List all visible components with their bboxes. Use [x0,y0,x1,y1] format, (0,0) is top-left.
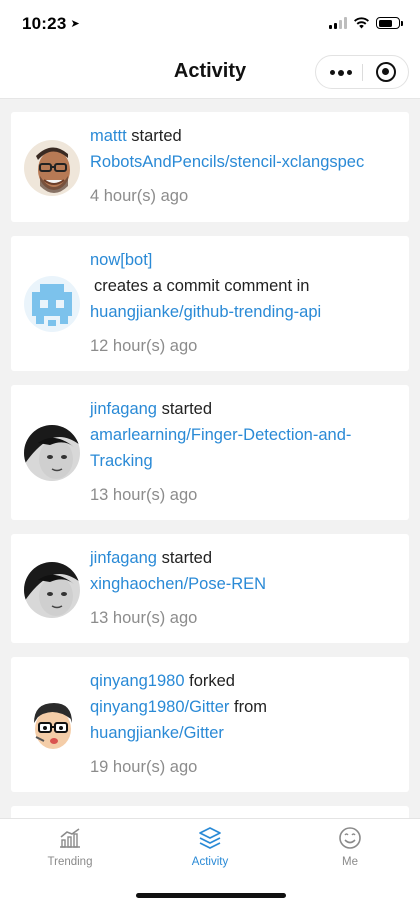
activity-line: qinyang1980/Gitter from [90,694,399,720]
repo-link[interactable]: huangjianke/github-trending-api [90,299,399,325]
activity-time: 4 hour(s) ago [90,187,189,205]
avatar-now-bot[interactable] [24,276,80,332]
activity-connector: from [234,698,268,716]
repo-link[interactable]: amarlearning/Finger-Detection-and-Tracki… [90,422,399,474]
activity-time: 19 hour(s) ago [90,758,198,776]
activity-body: jinfagang started xinghaochen/Pose-REN 1… [90,545,399,629]
activity-action: started [161,549,213,567]
trending-chart-icon [60,828,80,848]
activity-card[interactable]: now[bot] creates a commit comment in hua… [11,236,409,371]
activity-line: qinyang1980 forked [90,668,399,694]
target-close-icon[interactable] [376,62,396,82]
activity-action: forked [189,672,235,690]
repo-link[interactable]: qinyang1980/Gitter [90,698,229,716]
activity-line: mattt started [90,123,399,149]
activity-body: now[bot] creates a commit comment in hua… [90,247,399,357]
activity-body: mattt started RobotsAndPencils/stencil-x… [90,123,399,207]
activity-time: 12 hour(s) ago [90,337,198,355]
activity-card[interactable]: mattt started RobotsAndPencils/stencil-x… [11,112,409,222]
avatar-jinfagang[interactable] [24,425,80,481]
activity-time: 13 hour(s) ago [90,609,198,627]
tab-label: Trending [47,856,93,868]
activity-card[interactable]: jinfagang started amarlearning/Finger-De… [11,385,409,520]
tab-me[interactable]: Me [280,825,420,868]
user-link[interactable]: mattt [90,127,127,145]
activity-body: jinfagang started amarlearning/Finger-De… [90,396,399,506]
activity-card[interactable]: qinyang1980 forked qinyang1980/Gitter fr… [11,657,409,792]
activity-line: jinfagang started [90,545,399,571]
wifi-icon [354,17,369,29]
activity-body: qinyang1980 forked qinyang1980/Gitter fr… [90,668,399,778]
user-link[interactable]: now[bot] [90,247,399,273]
status-time: 10:23 ➤ [22,14,80,34]
smiley-face-icon [339,827,361,849]
home-indicator [136,893,286,898]
location-arrow-icon: ➤ [70,18,80,30]
user-link[interactable]: qinyang1980 [90,672,185,690]
tab-label: Activity [191,856,229,868]
avatar-mattt[interactable] [24,140,80,196]
activity-line: jinfagang started [90,396,399,422]
activity-card[interactable]: jinfagang started xinghaochen/Pose-REN 1… [11,534,409,643]
status-bar: 10:23 ➤ [0,0,420,50]
activity-action: started [161,400,213,418]
activity-action: started [131,127,182,145]
tab-label: Me [342,856,358,868]
activity-time: 13 hour(s) ago [90,486,198,504]
battery-icon [376,17,403,29]
tab-trending[interactable]: Trending [0,825,140,868]
nav-bar: Activity [0,50,420,99]
status-icons [329,17,403,29]
activity-layers-icon [199,827,221,849]
tab-activity[interactable]: Activity [140,825,280,868]
cellular-signal-icon [329,17,347,29]
capsule-divider [362,64,363,81]
repo-link[interactable]: xinghaochen/Pose-REN [90,571,399,597]
more-dots-icon[interactable] [330,69,352,76]
avatar-jinfagang[interactable] [24,562,80,618]
activity-action: creates a commit comment in [94,277,310,295]
user-link[interactable]: jinfagang [90,549,157,567]
source-repo-link[interactable]: huangjianke/Gitter [90,720,399,746]
repo-link[interactable]: RobotsAndPencils/stencil-xclangspec [90,149,399,175]
mini-program-capsule [315,55,409,89]
user-link[interactable]: jinfagang [90,400,157,418]
avatar-qinyang1980[interactable] [24,697,80,753]
status-time-text: 10:23 [22,14,67,33]
